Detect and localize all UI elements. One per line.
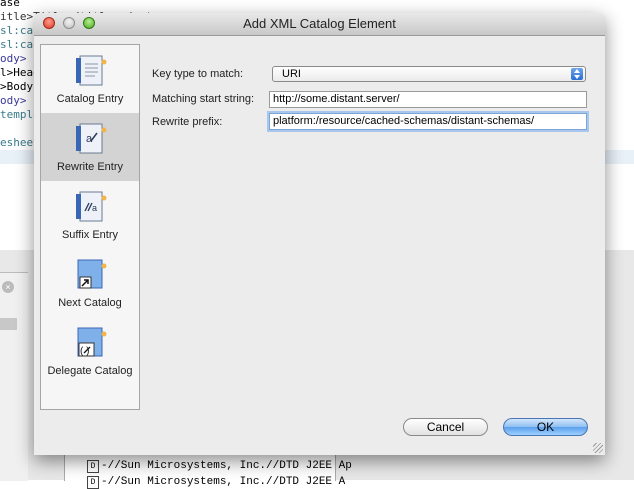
category-label: Next Catalog xyxy=(58,297,122,309)
dtd-file-icon: D xyxy=(87,476,99,489)
next-catalog-icon xyxy=(77,259,107,289)
matching-start-string-label: Matching start string: xyxy=(152,93,255,105)
window-close-button[interactable] xyxy=(43,17,55,29)
list-item-label: -//Sun Microsystems, Inc.//DTD J2EE A xyxy=(101,476,346,488)
category-suffix-entry[interactable]: a Suffix Entry xyxy=(41,181,139,249)
rewrite-prefix-input[interactable]: platform:/resource/cached-schemas/distan… xyxy=(269,113,587,130)
delegate-catalog-icon: ( ) xyxy=(77,327,107,357)
key-type-select[interactable]: URI xyxy=(272,66,586,82)
title-bar: Add XML Catalog Element xyxy=(34,13,605,36)
editor-line: ody> xyxy=(0,52,27,65)
window-zoom-button[interactable] xyxy=(83,17,95,29)
category-catalog-entry[interactable]: Catalog Entry xyxy=(41,45,139,113)
catalog-entry-icon xyxy=(76,55,107,86)
background-list: D -//Sun Microsystems, Inc.//DTD J2EE Ap… xyxy=(64,452,352,489)
category-label: Suffix Entry xyxy=(61,229,119,241)
dialog-title: Add XML Catalog Element xyxy=(243,16,396,31)
category-rewrite-entry[interactable]: a Rewrite Entry xyxy=(41,113,139,181)
category-delegate-catalog[interactable]: ( ) Delegate Catalog xyxy=(41,317,139,385)
key-type-value: URI xyxy=(282,68,301,80)
window-minimize-button[interactable] xyxy=(63,17,75,29)
list-item[interactable]: D -//Sun Microsystems, Inc.//DTD J2EE Ap xyxy=(87,459,352,473)
resize-grip[interactable] xyxy=(593,443,603,453)
editor-line: ody> xyxy=(0,94,27,107)
category-next-catalog[interactable]: Next Catalog xyxy=(41,249,139,317)
category-label: Rewrite Entry xyxy=(56,161,124,173)
category-label: Delegate Catalog xyxy=(47,365,133,377)
background-selection-bar xyxy=(0,318,17,330)
editor-line: ase xyxy=(0,0,20,9)
rewrite-prefix-label: Rewrite prefix: xyxy=(152,116,223,128)
list-item-label: -//Sun Microsystems, Inc.//DTD J2EE Ap xyxy=(101,460,352,472)
close-icon[interactable]: × xyxy=(2,281,14,293)
dtd-file-icon: D xyxy=(87,460,99,473)
matching-start-string-input[interactable]: http://some.distant.server/ xyxy=(269,91,587,108)
key-type-label: Key type to match: xyxy=(152,68,244,80)
catalog-element-type-list: Catalog Entry a Rewrite Entry a Suffix E… xyxy=(40,44,140,410)
suffix-entry-icon: a xyxy=(76,191,107,222)
list-item[interactable]: D -//Sun Microsystems, Inc.//DTD J2EE A xyxy=(87,475,346,489)
background-side-panel xyxy=(0,272,28,481)
category-label: Catalog Entry xyxy=(56,93,124,105)
ok-button[interactable]: OK xyxy=(503,418,588,436)
chevron-up-down-icon xyxy=(571,68,583,80)
cancel-button[interactable]: Cancel xyxy=(403,418,488,436)
add-xml-catalog-element-dialog: Add XML Catalog Element Catalog Entry a xyxy=(34,13,605,455)
rewrite-entry-icon: a xyxy=(76,123,107,154)
svg-text:a: a xyxy=(92,203,97,213)
